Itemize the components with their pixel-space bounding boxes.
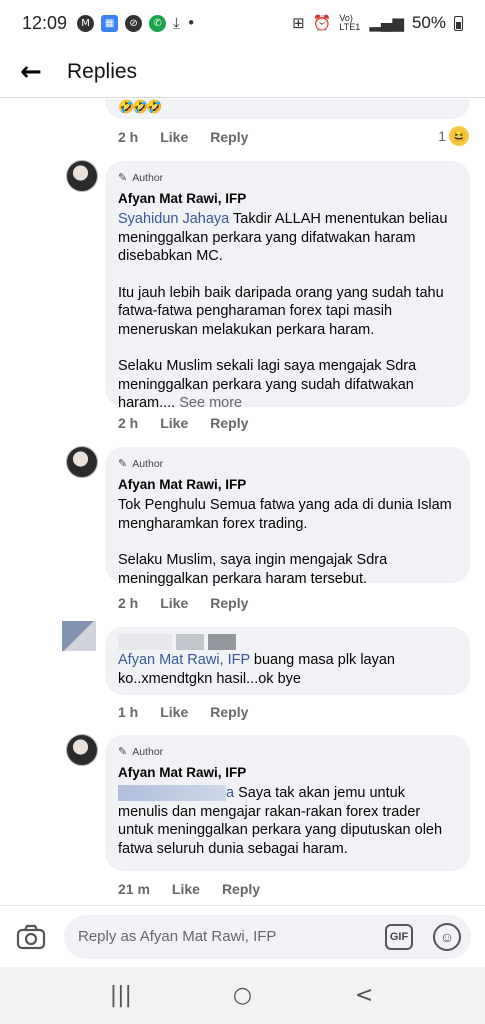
like-button[interactable]: Like (160, 704, 188, 720)
comment-paragraph: Selaku Muslim, saya ingin mengajak Sdra … (118, 552, 388, 587)
comment-actions: 2 h Like Reply (118, 595, 270, 611)
author-tag-label: Author (132, 172, 164, 184)
like-button[interactable]: Like (160, 129, 188, 145)
commenter-name[interactable]: Afyan Mat Rawi, IFP (118, 190, 458, 209)
redacted-name (176, 634, 205, 651)
comment-paragraph: Itu jauh lebih baik daripada orang yang … (118, 284, 444, 338)
download-icon: ⤓ (173, 13, 180, 32)
commenter-name[interactable]: Afyan Mat Rawi, IFP (118, 476, 458, 495)
replies-thread[interactable]: 🤣🤣🤣 2 h Like Reply 1 😆 ✎ Author Afyan Ma… (0, 99, 485, 905)
notification-icons: M ▦ ⊘ ✆ ⤓ • (77, 13, 196, 32)
messenger-icon: M (77, 14, 95, 32)
like-button[interactable]: Like (160, 415, 188, 431)
back-nav-icon[interactable]: < (344, 983, 384, 1008)
redacted-mention (118, 785, 226, 802)
back-arrow-icon[interactable]: ← (20, 57, 54, 87)
page-title: Replies (67, 59, 138, 83)
comment-time: 1 h (118, 704, 139, 720)
author-tag-label: Author (132, 458, 164, 470)
system-nav-bar: ||| ○ < (0, 967, 485, 1024)
avatar[interactable] (66, 446, 98, 478)
emoji-text: 🤣🤣🤣 (118, 99, 163, 114)
reply-button[interactable]: Reply (210, 704, 248, 720)
reply-input-placeholder: Reply as Afyan Mat Rawi, IFP (78, 928, 277, 945)
pen-icon: ✎ (118, 457, 128, 470)
reply-button[interactable]: Reply (210, 129, 248, 145)
laugh-reaction-icon: 😆 (449, 126, 469, 146)
see-more-link[interactable]: See more (179, 395, 242, 411)
avatar[interactable] (66, 160, 98, 192)
avatar-blurred[interactable] (62, 621, 96, 651)
camera-glyph (16, 924, 46, 949)
calendar-app-icon: ▦ (101, 14, 119, 32)
whatsapp-icon: ✆ (149, 14, 167, 32)
signal-icon: ▂▄▆ (369, 13, 404, 32)
blocked-icon: ⊘ (125, 14, 143, 32)
reply-input[interactable]: Reply as Afyan Mat Rawi, IFP GIF ☺ (64, 914, 471, 959)
mention-link[interactable]: a (226, 785, 234, 801)
author-tag-label: Author (132, 746, 164, 758)
comment-bubble[interactable]: ✎ Author Afyan Mat Rawi, IFP Tok Penghul… (105, 447, 470, 587)
comment-time: 2 h (118, 129, 139, 145)
comment-time: 21 m (118, 881, 150, 897)
author-badge: ✎ Author (118, 743, 458, 762)
lock-icon: ⊞ (292, 13, 305, 32)
status-right: ⊞ ⏰ Vo) LTE1 ▂▄▆ 50% (292, 13, 463, 33)
like-button[interactable]: Like (160, 595, 188, 611)
comment-text: a Saya tak akan jemu untuk menulis dan m… (118, 784, 458, 858)
reply-button[interactable]: Reply (210, 415, 248, 431)
mention-link[interactable]: Syahidun Jahaya (118, 211, 229, 227)
reply-composer: Reply as Afyan Mat Rawi, IFP GIF ☺ (0, 905, 485, 967)
status-bar: 12:09 M ▦ ⊘ ✆ ⤓ • ⊞ ⏰ Vo) LTE1 ▂▄▆ 50% (0, 0, 485, 46)
commenter-name-blurred[interactable] (118, 633, 458, 651)
comment-actions: 2 h Like Reply (118, 129, 270, 145)
redacted-name (118, 634, 172, 651)
author-badge: ✎ Author (118, 169, 458, 188)
reply-button[interactable]: Reply (210, 595, 248, 611)
recent-apps-icon[interactable]: ||| (101, 983, 141, 1008)
reaction-summary[interactable]: 1 😆 (438, 126, 469, 146)
app-header: ← Replies (0, 46, 485, 98)
status-time: 12:09 (22, 12, 68, 33)
battery-percent: 50% (411, 13, 446, 32)
comment-actions: 1 h Like Reply (118, 704, 270, 720)
comment-bubble[interactable]: ✎ Author Afyan Mat Rawi, IFP Syahidun Ja… (105, 161, 470, 411)
comment-actions: 2 h Like Reply (118, 415, 270, 431)
commenter-name[interactable]: Afyan Mat Rawi, IFP (118, 764, 458, 783)
pen-icon: ✎ (118, 171, 128, 184)
avatar[interactable] (66, 734, 98, 766)
gif-icon[interactable]: GIF (385, 923, 413, 950)
mention-link[interactable]: Afyan Mat Rawi, IFP (118, 652, 250, 668)
comment-bubble[interactable]: Afyan Mat Rawi, IFP buang masa plk layan… (105, 627, 470, 695)
redacted-name (208, 634, 237, 651)
like-button[interactable]: Like (172, 881, 200, 897)
alarm-icon: ⏰ (312, 13, 332, 32)
camera-icon[interactable] (14, 920, 48, 954)
comment-paragraph: Selaku Muslim sekali lagi saya mengajak … (118, 357, 458, 413)
author-badge: ✎ Author (118, 455, 458, 474)
comment-text: Afyan Mat Rawi, IFP buang masa plk layan… (118, 651, 458, 688)
comment-text: Tok Penghulu Semua fatwa yang ada di dun… (118, 497, 452, 532)
comment-text: Syahidun Jahaya Takdir ALLAH menentukan … (118, 210, 458, 266)
pen-icon: ✎ (118, 745, 128, 758)
comment-actions: 21 m Like Reply (118, 881, 282, 897)
reaction-count: 1 (438, 128, 446, 144)
comment-time: 2 h (118, 415, 139, 431)
emoji-smile-icon[interactable]: ☺ (433, 922, 461, 951)
comment-time: 2 h (118, 595, 139, 611)
network-label: Vo) LTE1 (339, 13, 361, 32)
comment-text-part: Selaku Muslim sekali lagi saya mengajak … (118, 358, 417, 411)
comment-bubble[interactable]: ✎ Author Afyan Mat Rawi, IFP a Saya tak … (105, 735, 470, 871)
more-notifications-dot-icon: • (186, 13, 196, 32)
home-icon[interactable]: ○ (222, 983, 262, 1008)
reply-button[interactable]: Reply (222, 881, 260, 897)
battery-icon (454, 15, 463, 31)
